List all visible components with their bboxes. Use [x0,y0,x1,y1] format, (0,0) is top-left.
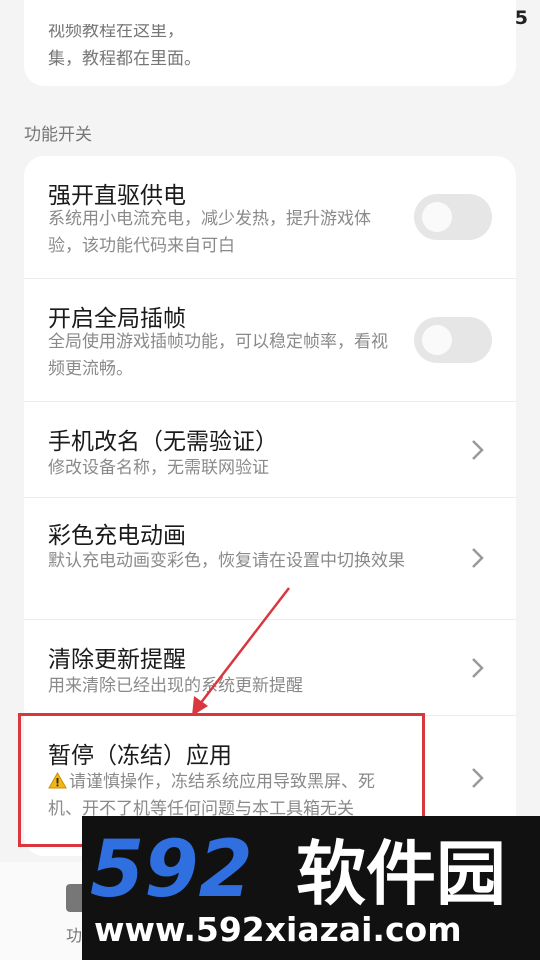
info-card-text: 集，教程都在里面。 [48,49,201,69]
chevron-right-icon [472,548,484,568]
info-card: 视频教程在这里， 集，教程都在里面。 [24,0,516,86]
info-card-partial-text: 视频教程在这里， [48,21,184,41]
watermark-url: www.592xiazai.com [94,910,462,949]
item-title: 清除更新提醒 [48,647,186,673]
toggle-knob [422,325,452,355]
chevron-right-icon [472,658,484,678]
watermark-logo-digits: 592 [90,826,253,914]
list-item-clear-update[interactable]: 清除更新提醒 用来清除已经出现的系统更新提醒 [24,620,516,716]
list-item-direct-power[interactable]: 强开直驱供电 系统用小电流充电，减少发热，提升游戏体验，该功能代码来自可白 [24,156,516,279]
list-item-rename-phone[interactable]: 手机改名（无需验证） 修改设备名称，无需联网验证 [24,402,516,498]
item-desc: 系统用小电流充电，减少发热，提升游戏体验，该功能代码来自可白 [48,209,371,256]
item-title: 强开直驱供电 [48,183,186,209]
item-desc: 修改设备名称，无需联网验证 [48,458,269,478]
item-desc: 全局使用游戏插帧功能，可以稳定帧率，看视频更流畅。 [48,332,388,379]
item-title: 手机改名（无需验证） [48,429,278,455]
direct-power-toggle[interactable] [414,194,492,240]
nav-tab-label[interactable]: 功 [66,922,82,946]
list-item-frame-interpolation[interactable]: 开启全局插帧 全局使用游戏插帧功能，可以稳定帧率，看视频更流畅。 [24,279,516,402]
item-desc: 用来清除已经出现的系统更新提醒 [48,676,303,696]
list-item-color-charging[interactable]: 彩色充电动画 默认充电动画变彩色，恢复请在设置中切换效果 [24,498,516,620]
item-title: 彩色充电动画 [48,523,186,549]
watermark-logo: 592 软件园 [90,826,506,914]
section-title: 功能开关 [24,125,92,145]
item-title: 开启全局插帧 [48,306,186,332]
chevron-right-icon [472,768,484,788]
chevron-right-icon [472,440,484,460]
frame-interpolation-toggle[interactable] [414,317,492,363]
toggle-knob [422,202,452,232]
item-desc: 默认充电动画变彩色，恢复请在设置中切换效果 [48,551,405,571]
watermark-logo-text: 软件园 [296,833,506,914]
watermark: 592 软件园 www.592xiazai.com [82,816,540,960]
